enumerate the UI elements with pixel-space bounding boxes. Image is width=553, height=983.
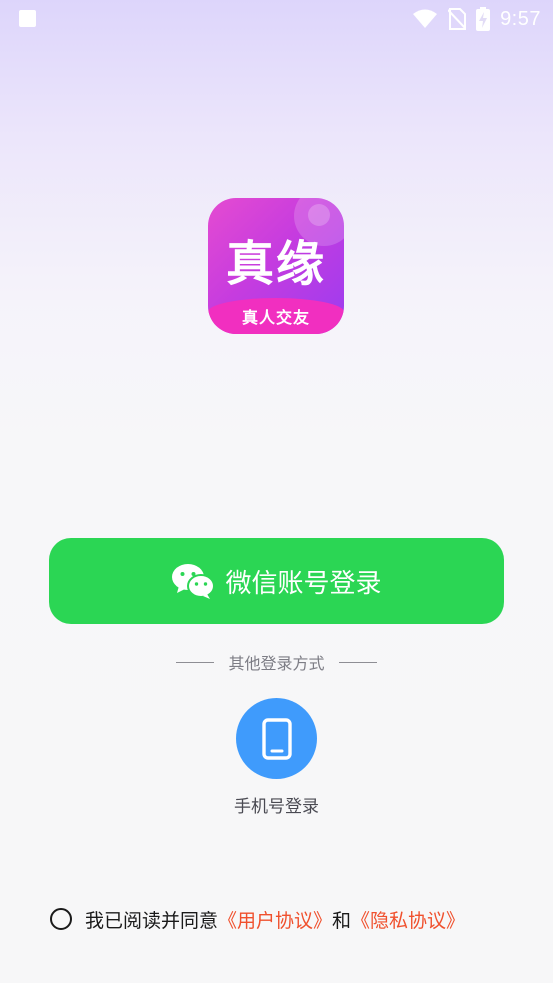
user-agreement-link[interactable]: 《用户协议》: [218, 906, 332, 933]
logo-band: 真人交友: [208, 298, 344, 334]
app-notification-icon: A: [19, 10, 36, 27]
phone-login-button[interactable]: [236, 698, 317, 779]
wechat-icon: [172, 564, 216, 599]
no-sim-icon: [448, 8, 467, 30]
logo-title: 真缘: [225, 236, 326, 292]
divider-line-right: [338, 661, 377, 663]
phone-login-label[interactable]: 手机号登录: [0, 792, 553, 817]
logo-subtitle: 真人交友: [241, 308, 310, 327]
wifi-icon: [413, 9, 438, 28]
logo-glow-small: [308, 204, 330, 226]
divider-line-left: [176, 661, 215, 663]
app-logo: 真缘 真人交友: [208, 198, 344, 334]
other-login-text: 其他登录方式: [228, 654, 325, 673]
clock: 9:57: [500, 7, 541, 30]
battery-charging-icon: [476, 7, 491, 31]
agreement-checkbox[interactable]: [50, 908, 72, 930]
agreement-prefix: 我已阅读并同意: [85, 909, 219, 932]
wechat-login-label: 微信账号登录: [225, 568, 382, 599]
agreement-row: 我已阅读并同意 《用户协议》 和 《隐私协议》: [50, 905, 465, 933]
status-bar: A 9:57: [0, 0, 553, 38]
status-icons: 9:57: [412, 6, 541, 32]
phone-icon: [261, 717, 292, 760]
other-login-divider: 其他登录方式: [0, 650, 553, 674]
app-notification-letter: A: [23, 12, 32, 25]
privacy-policy-link[interactable]: 《隐私协议》: [351, 906, 465, 933]
agreement-conjunction: 和: [332, 909, 352, 932]
wechat-login-button[interactable]: 微信账号登录: [49, 538, 504, 624]
